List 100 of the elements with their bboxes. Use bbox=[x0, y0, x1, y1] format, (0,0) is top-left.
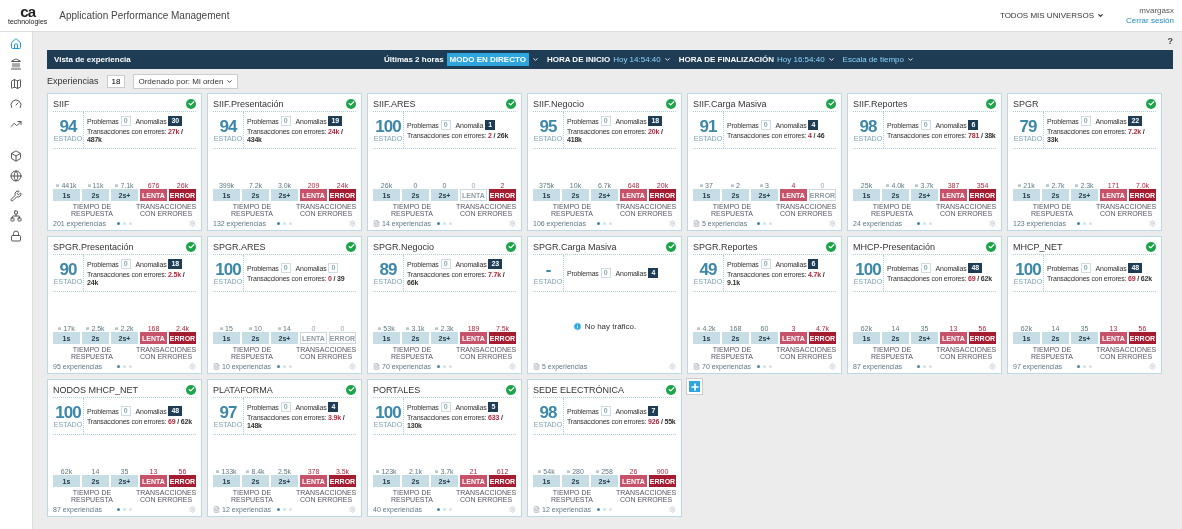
check-icon bbox=[506, 384, 516, 395]
trend-line-icon[interactable] bbox=[10, 118, 22, 130]
page-dot[interactable] bbox=[117, 364, 120, 368]
help-link[interactable]: ? bbox=[1167, 36, 1173, 46]
page-dot[interactable] bbox=[769, 364, 772, 368]
page-dot[interactable] bbox=[449, 507, 452, 511]
page-dot[interactable] bbox=[129, 221, 132, 225]
page-dot[interactable] bbox=[449, 221, 452, 225]
page-dot[interactable] bbox=[289, 221, 292, 225]
page-dot[interactable] bbox=[917, 364, 920, 368]
universe-dropdown[interactable]: TODOS MIS UNIVERSOS bbox=[999, 11, 1104, 20]
page-dot[interactable] bbox=[129, 507, 132, 511]
page-dot[interactable] bbox=[289, 364, 292, 368]
bank-icon[interactable] bbox=[10, 58, 22, 70]
page-dot[interactable] bbox=[277, 364, 280, 368]
settings-icon[interactable] bbox=[509, 219, 516, 227]
settings-icon[interactable] bbox=[669, 219, 676, 227]
page-dot[interactable] bbox=[609, 221, 612, 225]
page-dot[interactable] bbox=[277, 221, 280, 225]
network-icon[interactable] bbox=[10, 210, 22, 222]
caret-icon[interactable] bbox=[907, 56, 914, 63]
settings-icon[interactable] bbox=[189, 362, 196, 370]
page-dot[interactable] bbox=[597, 221, 600, 225]
gauge-icon[interactable] bbox=[10, 98, 22, 110]
start-time[interactable]: Hoy 14:54:40 bbox=[613, 55, 661, 64]
page-dot[interactable] bbox=[437, 364, 440, 368]
page-dot[interactable] bbox=[449, 364, 452, 368]
page-dot[interactable] bbox=[123, 221, 126, 225]
score: 100 bbox=[855, 261, 881, 278]
page-dot[interactable] bbox=[1083, 364, 1086, 368]
settings-icon[interactable] bbox=[349, 219, 356, 227]
settings-icon[interactable] bbox=[989, 219, 996, 227]
page-dot[interactable] bbox=[443, 507, 446, 511]
cube-icon[interactable] bbox=[10, 150, 22, 162]
time-scale-dropdown[interactable]: Escala de tiempo bbox=[842, 55, 904, 64]
globe-icon[interactable] bbox=[10, 170, 22, 182]
page-dot[interactable] bbox=[1089, 221, 1092, 225]
page-dot[interactable] bbox=[929, 221, 932, 225]
page-dot[interactable] bbox=[597, 507, 600, 511]
settings-icon[interactable] bbox=[669, 362, 676, 370]
caret-icon[interactable] bbox=[827, 56, 835, 63]
page-dot[interactable] bbox=[123, 364, 126, 368]
page-dot[interactable] bbox=[769, 221, 772, 225]
page-dot[interactable] bbox=[917, 221, 920, 225]
page-dot[interactable] bbox=[1077, 364, 1080, 368]
add-button[interactable] bbox=[687, 379, 702, 394]
end-time[interactable]: Hoy 16:54:40 bbox=[777, 55, 825, 64]
settings-icon[interactable] bbox=[829, 219, 836, 227]
page-dot[interactable] bbox=[603, 221, 606, 225]
card-title: SPGR.Presentación bbox=[53, 241, 134, 252]
settings-icon[interactable] bbox=[349, 362, 356, 370]
score: 79 bbox=[1019, 118, 1037, 135]
settings-icon[interactable] bbox=[669, 505, 676, 513]
page-dot[interactable] bbox=[443, 221, 446, 225]
score: 100 bbox=[375, 118, 401, 135]
card-title: PLATAFORMA bbox=[213, 384, 273, 395]
info-icon bbox=[572, 321, 582, 331]
page-dot[interactable] bbox=[437, 507, 440, 511]
page-dot[interactable] bbox=[763, 221, 766, 225]
page-dot[interactable] bbox=[277, 507, 280, 511]
settings-icon[interactable] bbox=[1149, 219, 1156, 227]
home-icon[interactable] bbox=[10, 38, 22, 50]
page-dot[interactable] bbox=[603, 507, 606, 511]
trend-icon bbox=[435, 327, 440, 330]
page-dot[interactable] bbox=[117, 507, 120, 511]
settings-icon[interactable] bbox=[509, 362, 516, 370]
page-dot[interactable] bbox=[1089, 364, 1092, 368]
sort-dropdown[interactable]: Ordenado por: Mi orden bbox=[133, 73, 239, 89]
page-dot[interactable] bbox=[129, 364, 132, 368]
settings-icon[interactable] bbox=[189, 505, 196, 513]
page-dot[interactable] bbox=[929, 364, 932, 368]
settings-icon[interactable] bbox=[509, 505, 516, 513]
caret-icon[interactable] bbox=[663, 56, 671, 63]
caret-icon[interactable] bbox=[531, 56, 539, 63]
page-dot[interactable] bbox=[757, 364, 760, 368]
settings-icon[interactable] bbox=[989, 362, 996, 370]
page-dot[interactable] bbox=[757, 221, 760, 225]
settings-icon[interactable] bbox=[349, 505, 356, 513]
page-dot[interactable] bbox=[763, 364, 766, 368]
logout-link[interactable]: Cerrar sesión bbox=[1126, 16, 1174, 25]
page-dot[interactable] bbox=[283, 507, 286, 511]
page-dot[interactable] bbox=[1077, 221, 1080, 225]
page-dot[interactable] bbox=[117, 221, 120, 225]
page-dot[interactable] bbox=[1083, 221, 1086, 225]
settings-icon[interactable] bbox=[829, 362, 836, 370]
page-dot[interactable] bbox=[609, 507, 612, 511]
wrench-icon[interactable] bbox=[10, 190, 22, 202]
page-dot[interactable] bbox=[923, 221, 926, 225]
page-dot[interactable] bbox=[437, 221, 440, 225]
page-dot[interactable] bbox=[283, 364, 286, 368]
settings-icon[interactable] bbox=[1149, 362, 1156, 370]
page-dot[interactable] bbox=[443, 364, 446, 368]
lock-icon[interactable] bbox=[10, 230, 22, 242]
settings-icon[interactable] bbox=[189, 219, 196, 227]
page-dot[interactable] bbox=[289, 507, 292, 511]
page-dot[interactable] bbox=[923, 364, 926, 368]
page-dot[interactable] bbox=[123, 507, 126, 511]
page-dot[interactable] bbox=[283, 221, 286, 225]
map-icon[interactable] bbox=[10, 78, 22, 90]
trend-icon bbox=[376, 470, 381, 473]
